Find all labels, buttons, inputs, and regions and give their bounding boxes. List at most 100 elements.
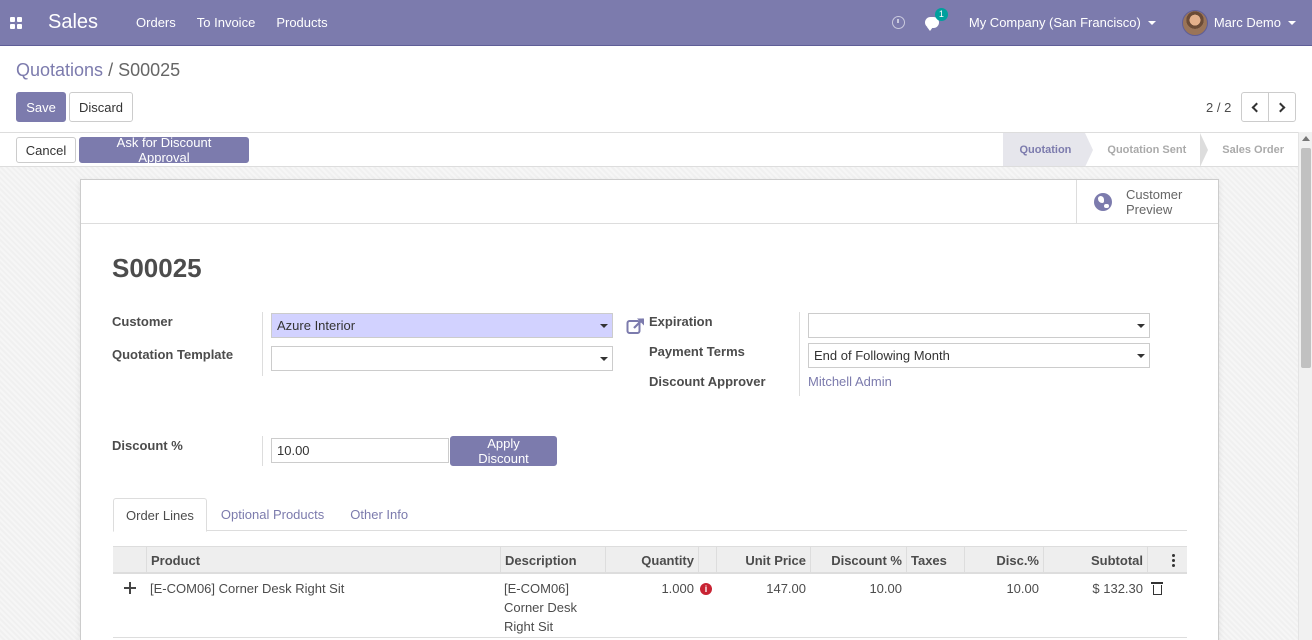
info-icon: i [700, 583, 712, 595]
chevron-down-icon [1288, 20, 1296, 25]
cell-quantity-warning[interactable]: i [698, 574, 716, 637]
stage-pipeline: Quotation Quotation Sent Sales Order [1003, 133, 1298, 167]
breadcrumb-separator: / [108, 60, 114, 80]
discount-value: 10.00 [277, 443, 310, 458]
column-disc-pct[interactable]: Disc.% [964, 547, 1043, 573]
ask-discount-approval-button[interactable]: Ask for Discount Approval [79, 135, 249, 165]
app-name[interactable]: Sales [48, 11, 98, 34]
external-link-icon[interactable] [626, 317, 646, 335]
stage-label: Sales Order [1222, 143, 1284, 156]
tab-order-lines[interactable]: Order Lines [113, 498, 207, 532]
table-header: Product Description Quantity Unit Price … [113, 546, 1187, 574]
menu-item-orders[interactable]: Orders [136, 15, 176, 30]
cell-discount[interactable]: 10.00 [810, 574, 906, 637]
column-taxes[interactable]: Taxes [906, 547, 964, 573]
stage-arrow [1200, 133, 1209, 167]
move-handle-icon [123, 582, 136, 594]
stage-quotation[interactable]: Quotation [1003, 133, 1094, 167]
chevron-down-icon [1147, 20, 1156, 25]
scroll-up-arrow-icon[interactable] [1302, 136, 1310, 141]
column-product[interactable]: Product [146, 547, 500, 573]
cell-taxes[interactable] [906, 574, 964, 637]
discount-approver-label: Discount Approver [649, 374, 766, 389]
field-divider [262, 312, 263, 376]
quotation-template-label: Quotation Template [112, 347, 234, 362]
apply-discount-button[interactable]: Apply Discount [450, 436, 557, 466]
expiration-field[interactable] [808, 313, 1150, 338]
company-switcher[interactable]: My Company (San Francisco) [969, 15, 1156, 30]
column-description[interactable]: Description [500, 547, 605, 573]
tab-optional-products[interactable]: Optional Products [209, 498, 336, 531]
field-divider [262, 436, 263, 466]
discard-button[interactable]: Discard [69, 92, 133, 122]
chevron-down-icon [600, 357, 608, 361]
quantity-warning-column-header [698, 547, 716, 573]
tab-other-info[interactable]: Other Info [338, 498, 420, 531]
chevron-right-icon [1275, 102, 1286, 112]
customer-preview-label: Customer Preview [1126, 187, 1183, 217]
scrollbar-thumb[interactable] [1301, 148, 1311, 368]
breadcrumb: Quotations / S00025 [16, 60, 180, 81]
kebab-icon [1172, 553, 1175, 567]
column-unit-price[interactable]: Unit Price [716, 547, 810, 573]
customer-value: Azure Interior [277, 318, 356, 333]
pager-value[interactable]: 2 / 2 [1206, 100, 1231, 115]
cancel-button[interactable]: Cancel [16, 137, 76, 163]
customer-preview-button[interactable]: Customer Preview [1076, 180, 1218, 224]
customer-label: Customer [112, 314, 173, 329]
table-row[interactable]: [E-COM06] Corner Desk Right Sit [E-COM06… [113, 574, 1187, 638]
avatar [1181, 9, 1208, 36]
column-discount[interactable]: Discount % [810, 547, 906, 573]
document-title: S00025 [112, 253, 202, 283]
customer-field[interactable]: Azure Interior [271, 313, 613, 338]
column-quantity[interactable]: Quantity [605, 547, 698, 573]
company-name: My Company (San Francisco) [968, 15, 1141, 30]
breadcrumb-quotations[interactable]: Quotations [16, 60, 103, 80]
message-count-badge: 1 [934, 8, 948, 21]
scrollbar[interactable] [1298, 132, 1312, 640]
chevron-down-icon [600, 324, 608, 328]
breadcrumb-current: S00025 [118, 60, 181, 80]
field-divider [799, 312, 800, 396]
stage-sales-order[interactable]: Sales Order [1200, 133, 1298, 166]
discount-label: Discount % [112, 438, 183, 453]
save-button[interactable]: Save [16, 92, 66, 122]
cell-quantity[interactable]: 1.000 [605, 574, 698, 637]
messaging-menu[interactable]: 1 [924, 8, 948, 31]
optional-columns-toggle[interactable] [1147, 547, 1177, 573]
cell-subtotal: $ 132.30 [1092, 581, 1143, 596]
expiration-label: Expiration [649, 314, 713, 329]
discount-input[interactable]: 10.00 [271, 438, 449, 463]
cell-disc-pct[interactable]: 10.00 [964, 574, 1043, 637]
handle-column-header [113, 547, 146, 573]
apps-grid-icon[interactable] [0, 0, 32, 46]
menu-item-products[interactable]: Products [276, 15, 327, 30]
cell-description[interactable]: [E-COM06] Corner Desk Right Sit [500, 574, 605, 637]
order-lines-table: Product Description Quantity Unit Price … [113, 546, 1187, 638]
stage-label: Quotation Sent [1107, 143, 1187, 156]
smart-button-box: Customer Preview [81, 180, 1218, 224]
clock-icon[interactable] [891, 16, 905, 29]
menu-item-to-invoice[interactable]: To Invoice [197, 15, 256, 30]
status-bar: Cancel Ask for Discount Approval Quotati… [0, 132, 1298, 167]
payment-terms-label: Payment Terms [649, 344, 745, 359]
stage-label: Quotation [1019, 143, 1072, 156]
stage-quotation-sent[interactable]: Quotation Sent [1085, 133, 1209, 167]
globe-icon [1094, 193, 1112, 211]
pager-next-button[interactable] [1268, 92, 1296, 122]
column-subtotal[interactable]: Subtotal [1043, 547, 1147, 573]
chevron-down-icon [1137, 354, 1145, 358]
move-handle[interactable] [113, 574, 146, 637]
form-sheet: Customer Preview S00025 Customer Quotati… [80, 179, 1219, 640]
payment-terms-field[interactable]: End of Following Month [808, 343, 1150, 368]
top-navbar: Sales Orders To Invoice Products 1 My Co… [0, 0, 1312, 46]
cell-unit-price[interactable]: 147.00 [716, 574, 810, 637]
quotation-template-field[interactable] [271, 346, 613, 371]
user-name: Marc Demo [1213, 15, 1281, 30]
delete-line-button[interactable] [1147, 574, 1177, 637]
pager-previous-button[interactable] [1241, 92, 1269, 122]
cell-product[interactable]: [E-COM06] Corner Desk Right Sit [146, 574, 500, 637]
user-menu[interactable]: Marc Demo [1181, 9, 1296, 36]
discount-approver-link[interactable]: Mitchell Admin [808, 374, 892, 389]
payment-terms-value: End of Following Month [814, 348, 950, 363]
